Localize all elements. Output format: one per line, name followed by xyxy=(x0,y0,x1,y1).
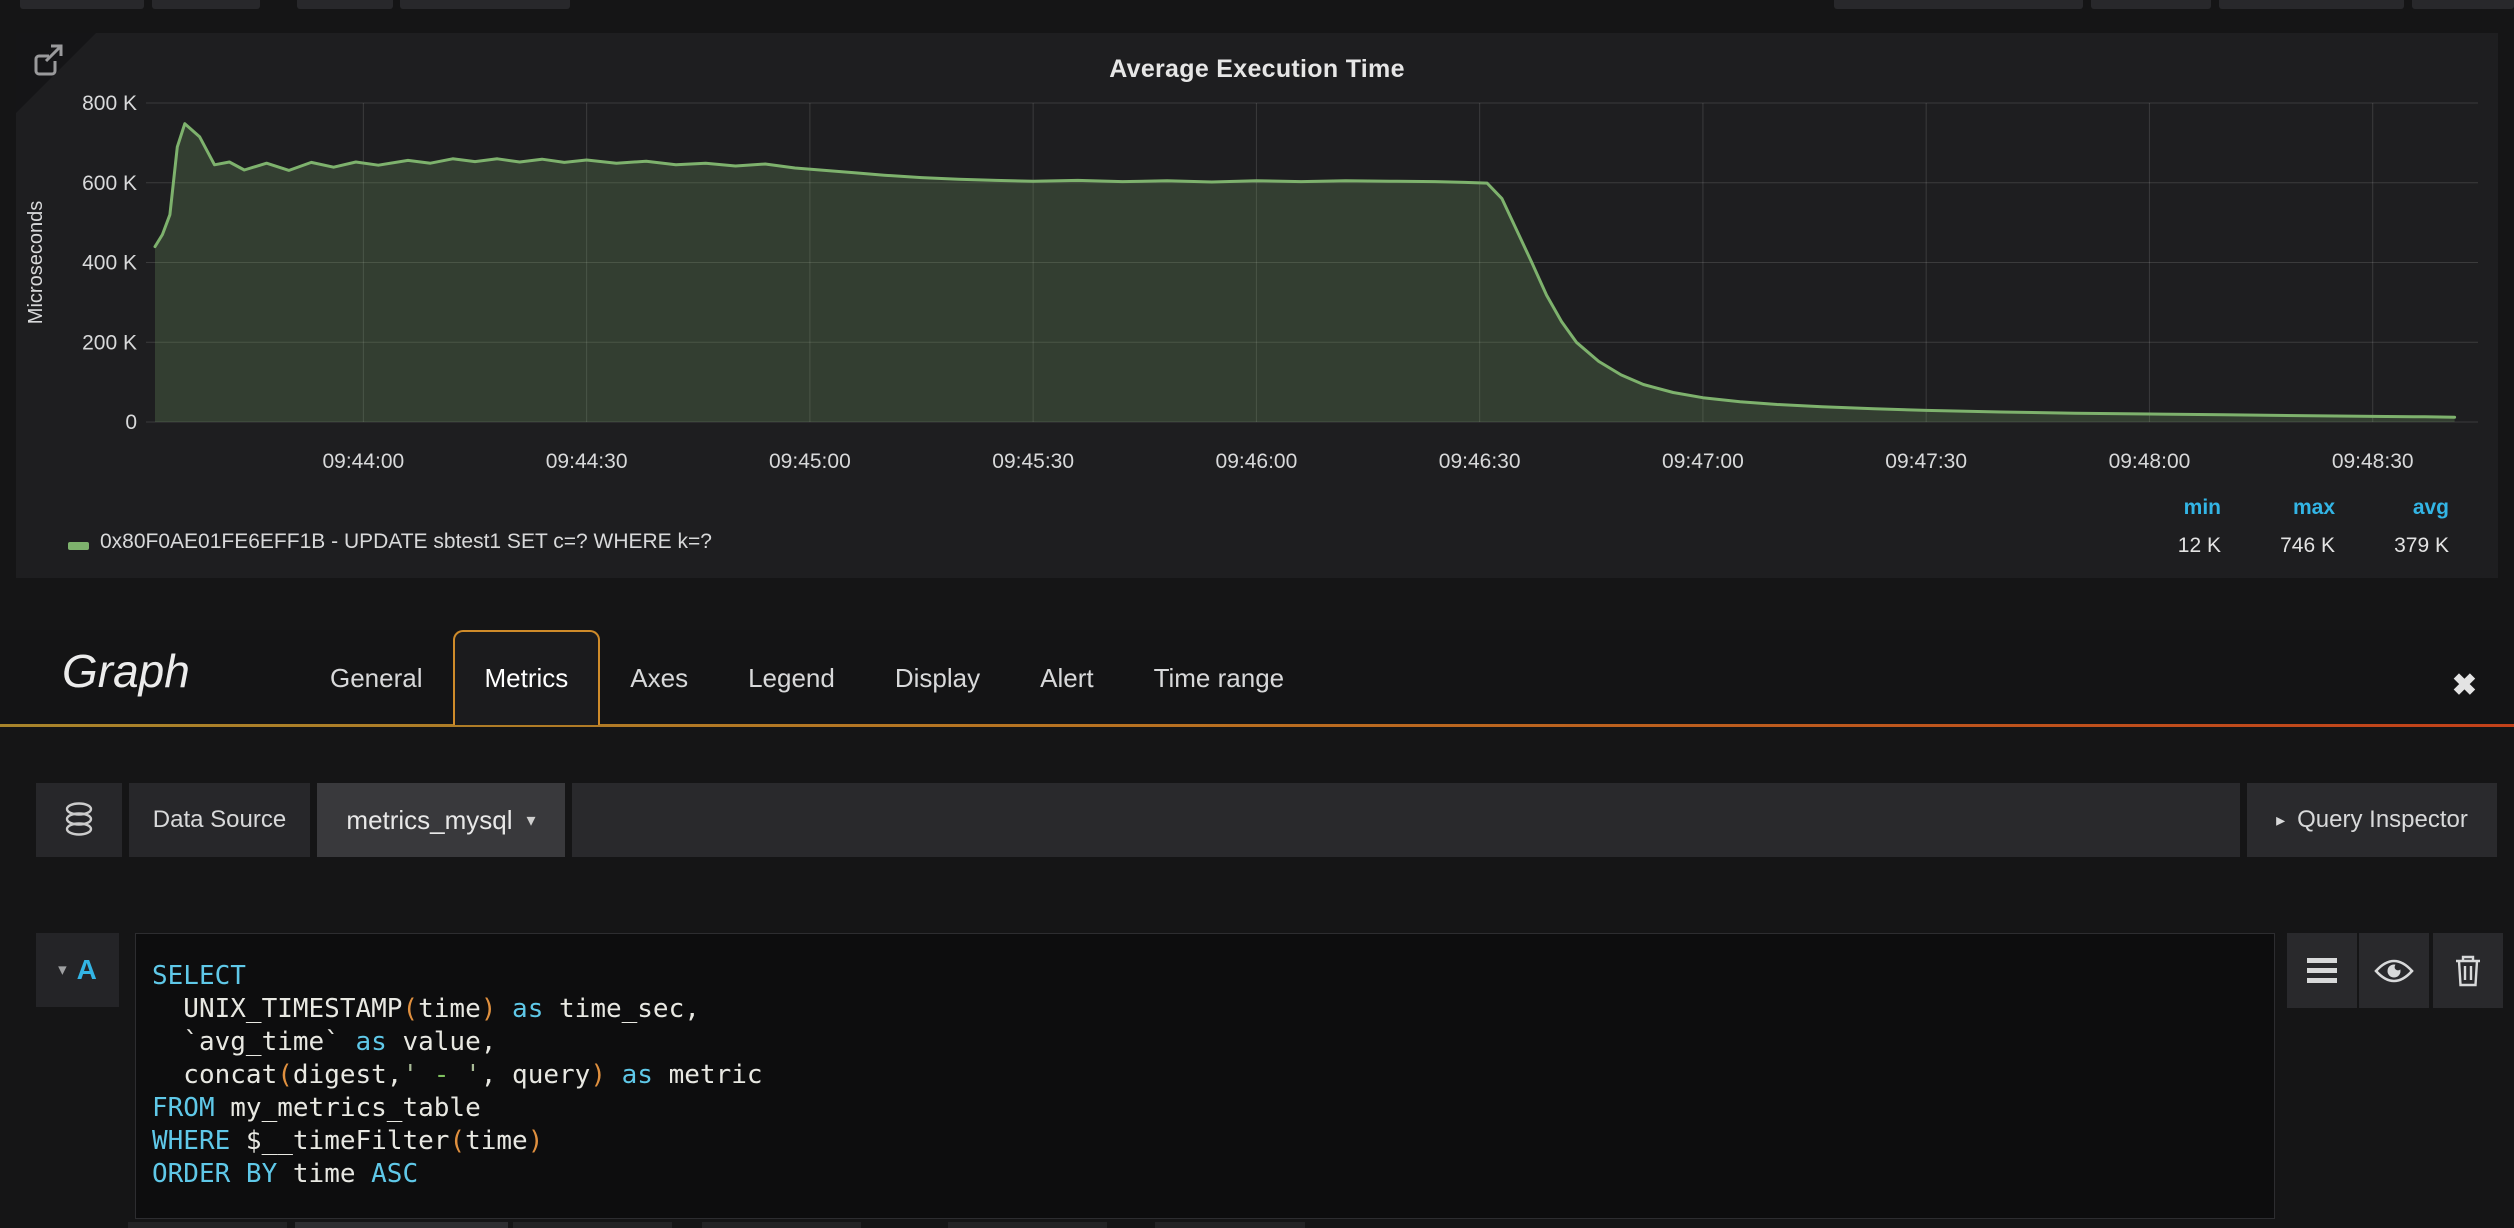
bottom-toolbar-remnant[interactable] xyxy=(128,1222,287,1228)
datasource-row-spacer xyxy=(572,783,2240,857)
sql-code-line: `avg_time` as value, xyxy=(152,1026,2254,1059)
legend-series-marker[interactable] xyxy=(68,542,89,550)
series-area-fill xyxy=(155,124,2455,422)
datasource-selected-value: metrics_mysql xyxy=(346,805,512,836)
bottom-toolbar-remnant[interactable] xyxy=(1155,1222,1305,1228)
x-axis-tick-label: 09:47:00 xyxy=(1662,450,1744,473)
x-axis-tick-label: 09:46:00 xyxy=(1216,450,1298,473)
tab-alert[interactable]: Alert xyxy=(1010,630,1123,727)
query-inspector-label: Query Inspector xyxy=(2297,806,2468,834)
x-axis-tick-label: 09:45:00 xyxy=(769,450,851,473)
tab-time-range[interactable]: Time range xyxy=(1124,630,1315,727)
sql-query-editor[interactable]: SELECT UNIX_TIMESTAMP(time) as time_sec,… xyxy=(135,933,2275,1219)
top-nav-button-remnant[interactable] xyxy=(2412,0,2514,9)
bottom-toolbar-remnant[interactable] xyxy=(702,1222,861,1228)
chevron-right-icon: ▸ xyxy=(2276,810,2285,831)
query-toggle-visibility-button[interactable] xyxy=(2359,933,2429,1008)
chevron-down-icon: ▾ xyxy=(527,810,536,831)
legend-series-label[interactable]: 0x80F0AE01FE6EFF1B - UPDATE sbtest1 SET … xyxy=(100,530,712,554)
query-inspector-button[interactable]: ▸ Query Inspector xyxy=(2247,783,2497,857)
x-axis-tick-label: 09:46:30 xyxy=(1439,450,1521,473)
sql-code-line: SELECT xyxy=(152,960,2254,993)
y-axis-tick-label: 0 xyxy=(125,411,137,434)
datasource-icon-button[interactable] xyxy=(36,783,122,857)
legend-stat-value-max: 746 K xyxy=(2221,531,2335,561)
y-axis-tick-label: 400 K xyxy=(82,252,137,275)
top-nav-button-remnant[interactable] xyxy=(1834,0,2083,9)
x-axis-tick-label: 09:47:30 xyxy=(1885,450,1967,473)
top-nav-button-remnant[interactable] xyxy=(400,0,570,9)
x-axis-tick-label: 09:48:00 xyxy=(2109,450,2191,473)
legend-stat-header-max[interactable]: max xyxy=(2221,493,2335,523)
top-nav-button-remnant[interactable] xyxy=(2219,0,2404,9)
sql-code-line: WHERE $__timeFilter(time) xyxy=(152,1125,2254,1158)
top-nav-button-remnant[interactable] xyxy=(2091,0,2211,9)
graph-panel: 0200 K400 K600 K800 K09:44:0009:44:3009:… xyxy=(16,33,2498,578)
y-axis-tick-label: 600 K xyxy=(82,172,137,195)
eye-icon xyxy=(2374,958,2414,984)
top-nav-button-remnant[interactable] xyxy=(152,0,260,9)
query-ref-id: A xyxy=(77,954,97,986)
legend-stats-table: min max avg 12 K 746 K 379 K xyxy=(2107,493,2449,561)
legend-stat-header-avg[interactable]: avg xyxy=(2335,493,2449,523)
tab-legend[interactable]: Legend xyxy=(718,630,865,727)
top-nav-button-remnant[interactable] xyxy=(297,0,393,9)
sql-code-line: concat(digest,' - ', query) as metric xyxy=(152,1059,2254,1092)
datasource-label: Data Source xyxy=(129,783,310,857)
sql-code-line: UNIX_TIMESTAMP(time) as time_sec, xyxy=(152,993,2254,1026)
sql-code-line: ORDER BY time ASC xyxy=(152,1158,2254,1191)
datasource-row: Data Source metrics_mysql ▾ ▸ Query Insp… xyxy=(36,783,2497,857)
database-icon xyxy=(63,802,95,838)
tab-display[interactable]: Display xyxy=(865,630,1010,727)
tab-axes[interactable]: Axes xyxy=(600,630,718,727)
tab-metrics[interactable]: Metrics xyxy=(453,630,601,725)
y-axis-title: Microseconds xyxy=(25,201,47,324)
grafana-panel-editor-screen: { "panel": { "title": "Average Execution… xyxy=(0,0,2514,1228)
bottom-toolbar-remnant[interactable] xyxy=(295,1222,508,1228)
x-axis-tick-label: 09:44:30 xyxy=(546,450,628,473)
chevron-down-icon: ▾ xyxy=(58,960,67,980)
query-delete-button[interactable] xyxy=(2433,933,2503,1008)
x-axis-tick-label: 09:44:00 xyxy=(322,450,404,473)
sql-code-line: FROM my_metrics_table xyxy=(152,1092,2254,1125)
top-nav-button-remnant[interactable] xyxy=(20,0,144,9)
menu-icon xyxy=(2307,958,2337,983)
panel-type-title: Graph xyxy=(62,644,190,698)
editor-tabs: General Metrics Axes Legend Display Aler… xyxy=(300,630,1314,727)
legend-stat-value-min: 12 K xyxy=(2107,531,2221,561)
panel-title[interactable]: Average Execution Time xyxy=(16,55,2498,84)
close-icon[interactable]: ✖ xyxy=(2452,668,2477,703)
datasource-select[interactable]: metrics_mysql ▾ xyxy=(317,783,565,857)
bottom-toolbar-remnant[interactable] xyxy=(513,1222,672,1228)
legend-stat-value-avg: 379 K xyxy=(2335,531,2449,561)
tab-general[interactable]: General xyxy=(300,630,453,727)
query-menu-button[interactable] xyxy=(2287,933,2357,1008)
y-axis-tick-label: 200 K xyxy=(82,331,137,354)
trash-icon xyxy=(2454,954,2482,988)
sql-query-text[interactable]: SELECT UNIX_TIMESTAMP(time) as time_sec,… xyxy=(152,960,2254,1191)
panel-editor-header: Graph General Metrics Axes Legend Displa… xyxy=(0,630,2514,727)
bottom-toolbar-remnant[interactable] xyxy=(948,1222,1107,1228)
x-axis-tick-label: 09:48:30 xyxy=(2332,450,2414,473)
x-axis-tick-label: 09:45:30 xyxy=(992,450,1074,473)
legend-stat-header-min[interactable]: min xyxy=(2107,493,2221,523)
query-collapse-toggle[interactable]: ▾ A xyxy=(36,933,119,1007)
